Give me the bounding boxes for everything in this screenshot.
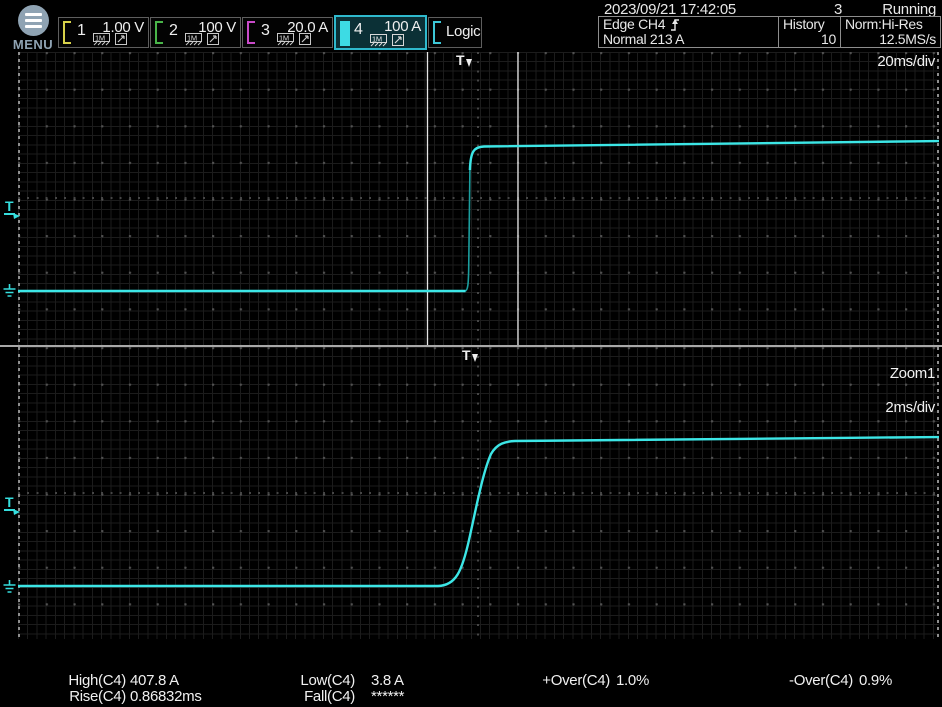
channel-1-box[interactable]: 1 1.00 V 1M (58, 17, 149, 48)
zoom-trigger-position-arrow-icon (472, 354, 478, 362)
svg-text:1M: 1M (187, 34, 197, 43)
channel-2-color-bracket (155, 21, 163, 44)
zoom-title: Zoom1 (890, 365, 935, 382)
channel-1-number: 1 (77, 22, 86, 40)
channel-4-number: 4 (354, 21, 363, 39)
menu-label: MENU (10, 37, 56, 52)
trigger-settings-box[interactable]: Edge CH4 Normal 213 A (598, 16, 779, 48)
channel-2-box[interactable]: 2 100 V 1M (150, 17, 241, 48)
main-waveform-area[interactable]: T 20ms/div (18, 52, 939, 345)
probe-icon (298, 33, 312, 46)
ground-icon (2, 579, 17, 595)
channel-3-box[interactable]: 3 20.0 A 1M (242, 17, 333, 48)
measurement-label: Rise(C4) (56, 689, 126, 704)
measurement-value: ****** (371, 689, 404, 704)
measurement-value: 1.0% (616, 673, 649, 688)
channel-4-icons: 1M (370, 34, 405, 47)
logic-box[interactable]: Logic (428, 17, 482, 48)
measurement-value: 0.9% (859, 673, 892, 688)
ch4-waveform-edge (465, 170, 470, 291)
ch4-waveform-high (470, 141, 939, 170)
measurement-label: -Over(C4) (776, 673, 853, 688)
channel-4-box-selected[interactable]: 4 100 A 1M (334, 15, 427, 50)
zoom-waveform-area[interactable]: T Zoom1 2ms/div (18, 347, 939, 639)
trigger-position-marker[interactable]: T (456, 52, 465, 68)
channel-3-color-bracket (247, 21, 255, 44)
menu-button[interactable]: MENU (10, 3, 56, 51)
channel-3-icons: 1M (277, 33, 312, 46)
channel-4-color-bracket (340, 21, 350, 46)
main-timebase-label: 20ms/div (877, 53, 935, 70)
impedance-1M-icon: 1M (370, 34, 388, 47)
zoom-timebase-label: 2ms/div (885, 399, 935, 416)
trigger-detail: Normal 213 A (599, 32, 778, 47)
ch4-ground-marker-main[interactable] (2, 283, 17, 304)
impedance-1M-icon: 1M (185, 33, 203, 46)
probe-icon (391, 34, 405, 47)
oscilloscope-screen: MENU 1 1.00 V 1M 2 100 V 1M (0, 0, 942, 707)
trigger-level-marker-zoom[interactable]: T (4, 494, 20, 511)
zoom-trigger-position-marker[interactable]: T (462, 347, 471, 363)
measurement-label: High(C4) (56, 673, 126, 688)
measurement-value: 407.8 A (130, 673, 179, 688)
channel-3-number: 3 (261, 22, 270, 40)
main-waveform-layer: T (18, 52, 939, 345)
trigger-level-arrow-icon (13, 213, 20, 219)
channel-2-number: 2 (169, 22, 178, 40)
measurement-label: Low(C4) (283, 673, 355, 688)
measurement-label: Fall(C4) (283, 689, 355, 704)
record-mode-box[interactable]: Norm:Hi-Res 12.5MS/s (840, 16, 941, 48)
rising-edge-icon (669, 17, 681, 31)
trigger-position-arrow-icon (466, 59, 472, 67)
channel-1-icons: 1M (93, 33, 128, 46)
measurement-value: 0.86832ms (130, 689, 202, 704)
svg-text:1M: 1M (95, 34, 105, 43)
impedance-1M-icon: 1M (277, 33, 295, 46)
channel-2-icons: 1M (185, 33, 220, 46)
ch4-ground-marker-zoom[interactable] (2, 579, 17, 600)
probe-icon (114, 33, 128, 46)
logic-color-bracket (433, 21, 441, 44)
probe-icon (206, 33, 220, 46)
channel-1-color-bracket (63, 21, 71, 44)
channel-4-scale: 100 A (384, 18, 421, 35)
svg-text:1M: 1M (279, 34, 289, 43)
ground-icon (2, 283, 17, 299)
history-value: 10 (779, 32, 840, 47)
logic-label: Logic (446, 23, 480, 40)
trigger-level-marker-main[interactable]: T (4, 198, 20, 215)
history-box[interactable]: History 10 (778, 16, 841, 48)
record-mode: Norm:Hi-Res (841, 17, 940, 32)
zoom-waveform-layer: T (18, 347, 939, 639)
history-label: History (779, 17, 840, 32)
svg-text:1M: 1M (372, 35, 382, 44)
measurement-value: 3.8 A (371, 673, 404, 688)
hamburger-icon (18, 5, 49, 36)
trigger-level-arrow-icon (13, 509, 20, 515)
impedance-1M-icon: 1M (93, 33, 111, 46)
measurement-label: +Over(C4) (533, 673, 610, 688)
ch4-zoom-waveform (18, 437, 939, 586)
sample-rate: 12.5MS/s (841, 32, 940, 47)
trigger-mode: Edge CH4 (603, 16, 665, 32)
